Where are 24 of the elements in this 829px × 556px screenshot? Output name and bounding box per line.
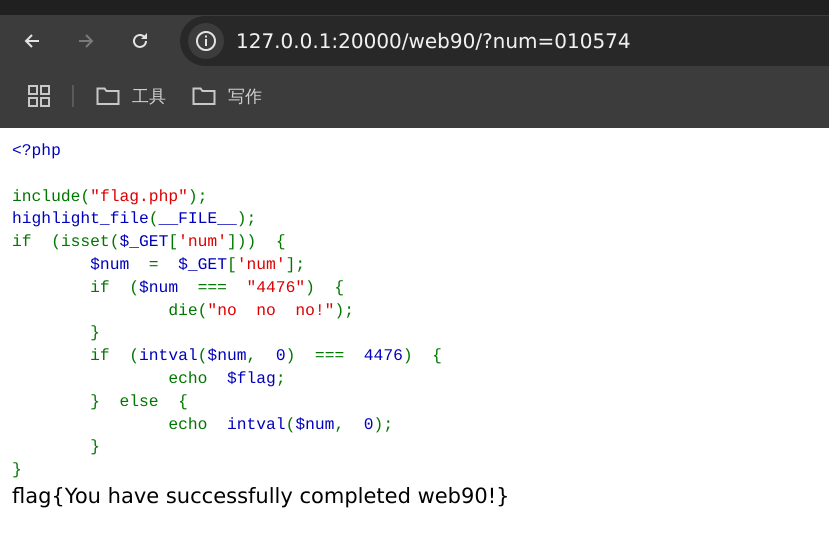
url-text: 127.0.0.1:20000/web90/?num=010574 bbox=[236, 29, 631, 53]
bookmark-folder[interactable]: 工具 bbox=[96, 84, 166, 108]
code-line: <?php bbox=[12, 140, 62, 162]
code-line: include("flag.php"); bbox=[12, 186, 208, 208]
code-line: if (isset($_GET['num'])) { bbox=[12, 231, 287, 254]
code-line: } bbox=[12, 459, 23, 482]
folder-icon bbox=[192, 86, 216, 106]
info-icon[interactable] bbox=[188, 23, 224, 59]
code-line: die("no no no!"); bbox=[167, 300, 355, 322]
bookmark-folder[interactable]: 写作 bbox=[192, 84, 262, 108]
code-line: } bbox=[89, 322, 101, 344]
apps-grid-icon[interactable] bbox=[28, 85, 50, 107]
code-line: $num = $_GET['num']; bbox=[89, 254, 306, 276]
code-line: echo $flag; bbox=[167, 368, 287, 390]
code-line: if ($num === "4476") { bbox=[89, 276, 346, 299]
code-line: } bbox=[89, 436, 101, 458]
output-text: flag{You have successfully completed web90!} bbox=[12, 484, 510, 508]
reload-icon[interactable] bbox=[130, 31, 150, 51]
code-line: if (intval($num, 0) === 4476) { bbox=[89, 345, 443, 368]
code-line: } else { bbox=[89, 390, 189, 413]
code-line: highlight_file(__FILE__); bbox=[12, 208, 258, 230]
code-line: echo intval($num, 0); bbox=[167, 414, 394, 436]
folder-icon bbox=[96, 86, 120, 106]
address-bar[interactable]: 127.0.0.1:20000/web90/?num=010574 bbox=[180, 16, 829, 66]
